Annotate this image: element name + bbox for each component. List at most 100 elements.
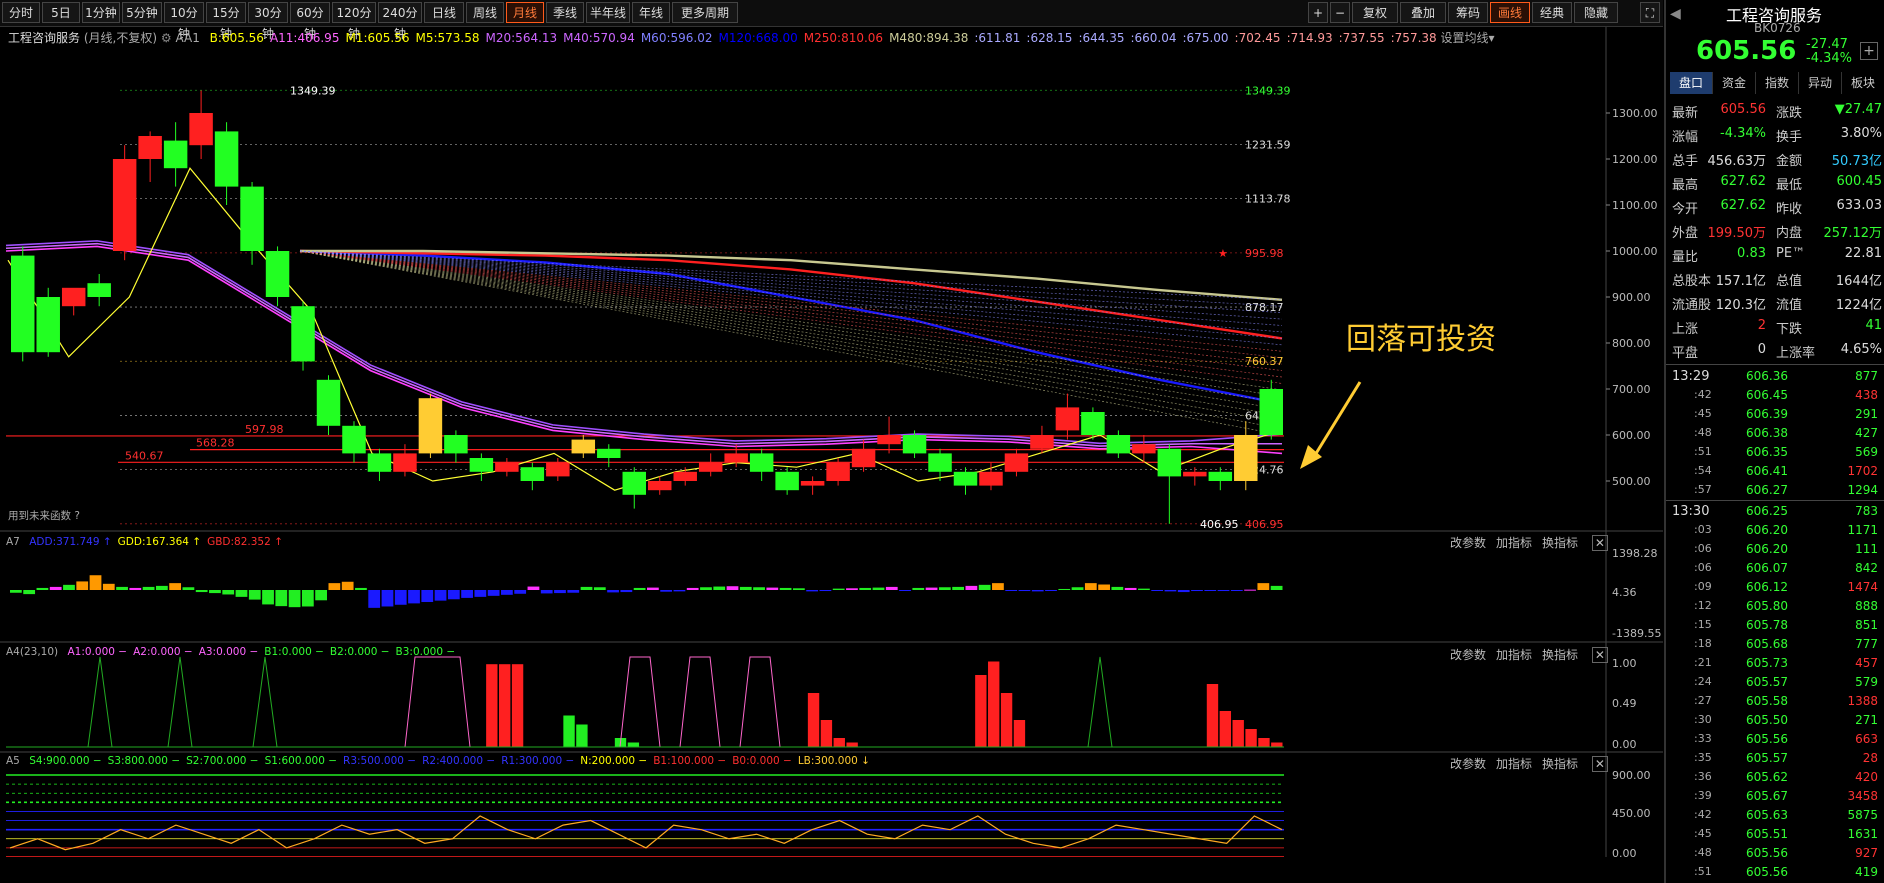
close-icon[interactable]: ✕ [1591,535,1608,551]
a7-bar [381,590,394,607]
dropdown-icon[interactable]: ▾ [1489,31,1495,45]
close-icon[interactable]: ✕ [1591,647,1608,663]
a7-bar [10,590,22,593]
settings-icon[interactable]: ⚙ [161,31,172,45]
period-button-13[interactable]: 季线 [546,2,584,23]
period-button-14[interactable]: 半年线 [586,2,630,23]
a7-bar [368,590,381,608]
tick-volume: 1474 [1847,580,1878,594]
stat-label: 上涨 [1672,322,1699,337]
a7-bar [540,590,553,594]
toolbar-right-button-6[interactable]: 经典 [1532,2,1572,23]
stat-label: 平盘 [1672,346,1699,361]
close-icon[interactable]: ✕ [1591,756,1608,772]
toolbar-right-button-7[interactable]: 隐藏 [1574,2,1618,23]
period-button-11[interactable]: 周线 [466,2,504,23]
switch-indicator-button[interactable]: 换指标 [1542,536,1578,550]
candle-body [214,131,239,187]
toolbar-right-button-3[interactable]: 叠加 [1400,2,1446,23]
stat-row: 量比 0.83 PE™ 22.81 [1666,242,1884,266]
tick-row: :45 605.51 1631 [1666,825,1884,844]
tick-price: 605.68 [1746,637,1788,651]
a7-bar [673,590,686,592]
tick-price: 606.41 [1746,464,1788,478]
a4-bar [486,664,498,747]
candle-body [265,251,290,297]
period-button-3[interactable]: 5分钟 [122,2,162,23]
period-button-10[interactable]: 日线 [424,2,464,23]
a7-bar [912,587,925,590]
tick-time: :21 [1694,656,1712,669]
toolbar-right-button-4[interactable]: 筹码 [1448,2,1488,23]
period-button-7[interactable]: 60分钟 [290,2,330,41]
a7-bar [1084,583,1097,590]
period-button-15[interactable]: 年线 [632,2,670,23]
tick-row: :51 605.56 419 [1666,863,1884,882]
legend-item: A3:0.000 − [198,646,259,658]
switch-indicator-button[interactable]: 换指标 [1542,648,1578,662]
tick-row: :30 605.50 271 [1666,711,1884,730]
sidebar-tab-0[interactable]: 盘口 [1670,72,1713,94]
period-button-4[interactable]: 10分钟 [164,2,204,41]
toolbar-right-button-5[interactable]: 画线 [1490,2,1530,23]
level-label: 1231.59 [1245,138,1291,151]
period-button-6[interactable]: 30分钟 [248,2,288,41]
period-button-0[interactable]: 分时 [2,2,40,23]
period-button-1[interactable]: 5日 [42,2,80,23]
a7-bar [182,587,195,590]
tick-time: 13:30 [1672,504,1710,519]
edit-params-button[interactable]: 改参数 [1450,648,1486,662]
a7-bar [992,583,1004,590]
candle-body [11,255,35,353]
legend-item: M480:894.38 [889,31,969,45]
add-icon[interactable]: + [1860,42,1878,60]
prev-arrow-icon[interactable]: ◀ [1670,6,1681,22]
legend-item: GDD:167.364 ↑ [117,536,202,548]
legend-item: R2:400.000 − [422,755,496,767]
sidebar-tab-4[interactable]: 板块 [1842,72,1884,94]
legend-item: :628.15 [1026,31,1073,45]
sidebar-tab-2[interactable]: 指数 [1756,72,1799,94]
period-button-2[interactable]: 1分钟 [82,2,120,23]
period-button-16[interactable]: 更多周期 [672,2,738,23]
tick-price: 606.36 [1746,369,1788,383]
tick-row: 13:30 606.25 783 [1666,502,1884,521]
a4-bar [576,724,588,747]
period-button-12[interactable]: 月线 [506,2,544,23]
sidebar-tab-3[interactable]: 异动 [1799,72,1842,94]
legend-item: M120:668.00 [718,31,798,45]
switch-indicator-button[interactable]: 换指标 [1542,757,1578,771]
a7-bar [726,586,739,590]
toolbar-right-button-1[interactable]: − [1330,2,1350,23]
toolbar-right-button-0[interactable]: + [1308,2,1328,23]
edit-params-button[interactable]: 改参数 [1450,536,1486,550]
add-indicator-button[interactable]: 加指标 [1496,536,1532,550]
a7-bar [779,587,792,590]
sidebar-tab-1[interactable]: 资金 [1713,72,1756,94]
a7-bar [142,586,155,590]
fullscreen-icon[interactable]: ⛶ [1640,2,1660,23]
a4-legend: A4(23,10) A1:0.000 − A2:0.000 − A3:0.000 −… [6,646,455,658]
period-button-9[interactable]: 240分钟 [378,2,422,41]
stat-value: 199.50万 [1707,226,1767,241]
add-indicator-button[interactable]: 加指标 [1496,648,1532,662]
edit-params-button[interactable]: 改参数 [1450,757,1486,771]
legend-item: A2:0.000 − [133,646,193,658]
tick-price: 605.56 [1746,846,1788,860]
toolbar-right-button-2[interactable]: 复权 [1352,2,1398,23]
stat-value: 22.81 [1844,246,1882,261]
ma-settings-link[interactable]: 设置均线 [1440,31,1488,45]
candle-body [571,439,596,454]
a7-bar [1151,590,1164,591]
period-button-5[interactable]: 15分钟 [206,2,246,41]
a7-bar [832,588,845,590]
a7-bar [63,584,75,590]
ma-ribbon-line [299,250,1283,391]
period-button-8[interactable]: 120分钟 [332,2,376,41]
kline-chart-area[interactable]: 1349.39 1231.59 1113.78 995.98 878.17 760.37 6… [0,27,1663,857]
help-icon[interactable]: ? [74,510,80,522]
add-indicator-button[interactable]: 加指标 [1496,757,1532,771]
tick-row: :03 606.20 1171 [1666,521,1884,540]
a4-bar [499,664,511,747]
max-price-label: 1349.39 [290,84,336,97]
